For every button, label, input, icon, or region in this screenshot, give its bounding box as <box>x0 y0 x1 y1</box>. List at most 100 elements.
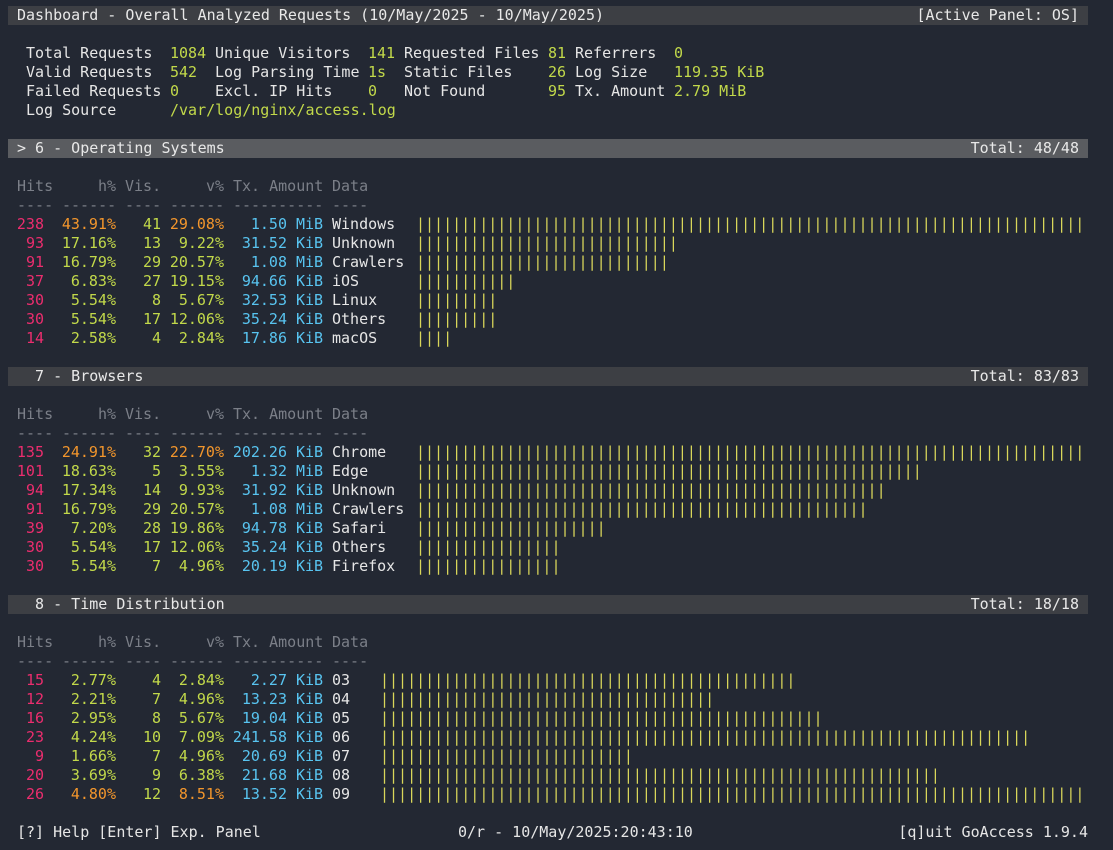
row-visitors-percent: 9.93% <box>178 481 224 499</box>
row-hits-percent: 43.91% <box>61 215 116 233</box>
row-hits-bar: ||||||||||||||||||||||||||||||||||||||||… <box>380 671 796 689</box>
column-separator-hits: ---- <box>17 652 54 670</box>
row-visitors: 7 <box>151 690 161 708</box>
column-separator-tx: ---------- <box>233 652 324 670</box>
row-tx-unit: KiB <box>296 690 324 708</box>
column-separator-hpct: ------ <box>62 196 117 214</box>
row-hits: 135 <box>16 443 44 461</box>
column-separator-data: ---- <box>332 196 369 214</box>
row-hits: 9 <box>34 747 44 765</box>
row-tx-amount: 31.92 <box>241 481 287 499</box>
row-tx-amount: 241.58 <box>232 728 287 746</box>
row-hits: 12 <box>25 690 44 708</box>
column-header-data: Data <box>332 405 369 423</box>
row-hits-bar: ||||||||||||||||||||||||||||| <box>416 234 678 252</box>
row-tx-unit: KiB <box>296 557 324 575</box>
column-header-tx: Tx. Amount <box>233 405 324 423</box>
row-hits: 101 <box>16 462 44 480</box>
row-tx-amount: 94.66 <box>241 272 287 290</box>
row-visitors-percent: 20.57% <box>169 253 224 271</box>
log-size-label: Log Size <box>575 63 648 81</box>
row-tx-amount: 20.19 <box>241 557 287 575</box>
row-hits: 23 <box>25 728 44 746</box>
row-visitors-percent: 22.70% <box>169 443 224 461</box>
column-separator-tx: ---------- <box>233 424 324 442</box>
help-hint[interactable]: [?] Help [Enter] Exp. Panel <box>17 823 261 842</box>
not-found-label: Not Found <box>404 82 486 100</box>
row-visitors-percent: 4.96% <box>178 747 224 765</box>
row-hits: 26 <box>25 785 44 803</box>
column-separator-hpct: ------ <box>62 424 117 442</box>
row-data-label: Crawlers <box>332 253 405 271</box>
row-hits: 93 <box>25 234 44 252</box>
column-header-tx: Tx. Amount <box>233 633 324 651</box>
log-parsing-time-label: Log Parsing Time <box>215 63 360 81</box>
column-separator-tx: ---------- <box>233 196 324 214</box>
row-hits: 16 <box>25 709 44 727</box>
row-tx-unit: MiB <box>296 215 324 233</box>
row-tx-unit: MiB <box>296 253 324 271</box>
quit-hint[interactable]: [q]uit GoAccess 1.9.4 <box>898 823 1088 842</box>
row-hits-bar: ||||||||||||||||||||||||||||||||||||||||… <box>416 462 922 480</box>
static-files-label: Static Files <box>404 63 513 81</box>
row-tx-amount: 17.86 <box>241 329 287 347</box>
row-hits-bar: ||||||||||||||||||||||||||||||||||||||||… <box>380 766 940 784</box>
row-tx-amount: 2.27 <box>250 671 287 689</box>
row-data-label: Safari <box>332 519 387 537</box>
row-hits-percent: 17.16% <box>61 234 116 252</box>
row-tx-amount: 1.08 <box>250 500 287 518</box>
column-header-hits: Hits <box>17 633 54 651</box>
row-visitors-percent: 2.84% <box>178 671 224 689</box>
column-header-vis: Vis. <box>125 405 162 423</box>
panel-header-browsers[interactable]: 7 - Browsers Total: 83/83 <box>8 367 1088 386</box>
panel-header-os[interactable]: > 6 - Operating Systems Total: 48/48 <box>8 139 1088 158</box>
row-tx-amount: 1.32 <box>250 462 287 480</box>
row-tx-unit: KiB <box>296 671 324 689</box>
row-data-label: macOS <box>332 329 378 347</box>
row-tx-unit: KiB <box>296 310 324 328</box>
row-hits-bar: |||||||||||||||| <box>416 557 561 575</box>
column-header-vis: Vis. <box>125 633 162 651</box>
row-visitors: 12 <box>142 785 161 803</box>
column-header-tx: Tx. Amount <box>233 177 324 195</box>
column-separator-data: ---- <box>332 424 369 442</box>
row-tx-amount: 35.24 <box>241 538 287 556</box>
row-visitors-percent: 5.67% <box>178 709 224 727</box>
row-hits-bar: ||||||||||||||||||||||||||||||||||||||||… <box>380 709 823 727</box>
row-data-label: Linux <box>332 291 378 309</box>
row-visitors: 32 <box>142 443 161 461</box>
row-visitors: 8 <box>151 291 161 309</box>
row-data-label: Unknown <box>332 234 396 252</box>
row-visitors: 8 <box>151 709 161 727</box>
column-separator-vpct: ------ <box>170 652 225 670</box>
row-tx-amount: 13.52 <box>241 785 287 803</box>
row-visitors: 9 <box>151 766 161 784</box>
log-parsing-time-value: 1s <box>368 63 387 81</box>
column-header-data: Data <box>332 633 369 651</box>
panel-header-time[interactable]: 8 - Time Distribution Total: 18/18 <box>8 595 1088 614</box>
row-visitors-percent: 6.38% <box>178 766 224 784</box>
row-hits-percent: 16.79% <box>61 500 116 518</box>
column-header-data: Data <box>332 177 369 195</box>
referrers-value: 0 <box>674 44 684 62</box>
row-hits-percent: 5.54% <box>70 291 116 309</box>
row-data-label: 06 <box>332 728 351 746</box>
row-tx-unit: KiB <box>296 728 324 746</box>
row-hits-percent: 17.34% <box>61 481 116 499</box>
row-visitors: 41 <box>142 215 161 233</box>
panel-title: 8 - Time Distribution <box>17 595 225 613</box>
row-tx-unit: KiB <box>296 709 324 727</box>
row-tx-unit: KiB <box>296 291 324 309</box>
row-hits-percent: 16.79% <box>61 253 116 271</box>
row-hits-percent: 2.58% <box>70 329 116 347</box>
row-tx-amount: 20.69 <box>241 747 287 765</box>
row-tx-amount: 35.24 <box>241 310 287 328</box>
row-hits-bar: ||||||||||||||||||||||||||||||||||||||||… <box>416 443 1088 461</box>
row-data-label: iOS <box>332 272 360 290</box>
row-visitors-percent: 12.06% <box>169 538 224 556</box>
row-hits: 30 <box>25 291 44 309</box>
column-separator-data: ---- <box>332 652 369 670</box>
row-visitors: 29 <box>142 253 161 271</box>
not-found-value: 95 <box>548 82 567 100</box>
column-header-vpct: v% <box>205 405 224 423</box>
